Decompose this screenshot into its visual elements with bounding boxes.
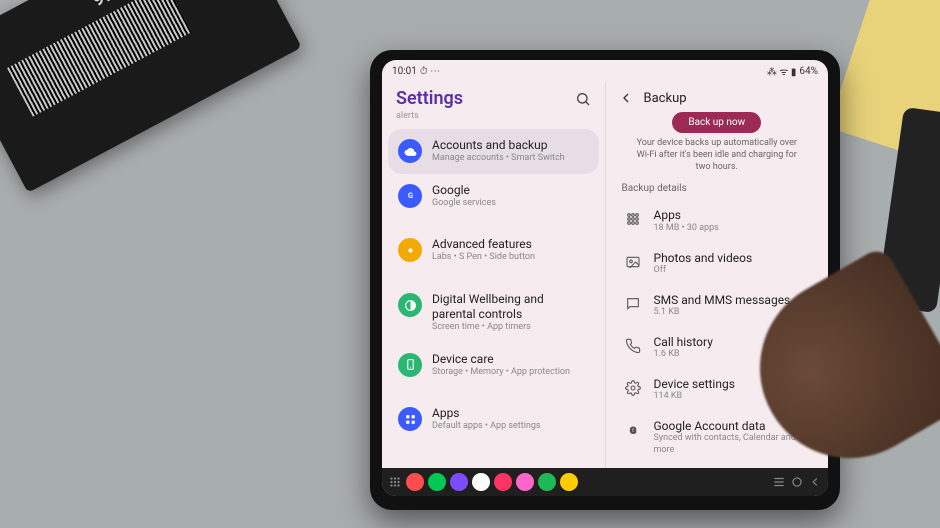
settings-item-title: Google <box>432 183 496 198</box>
backup-section-title: Backup details <box>606 183 829 200</box>
backup-detail-title: Device settings <box>654 377 735 391</box>
device-icon <box>398 353 422 377</box>
sms-icon <box>624 295 642 313</box>
settings-item-wellbeing[interactable]: Digital Wellbeing and parental controlsS… <box>388 283 599 343</box>
dock-app-5[interactable] <box>516 473 534 491</box>
backup-detail-sub: 114 KB <box>654 391 735 403</box>
google-icon: G <box>398 184 422 208</box>
status-battery: 64% <box>799 66 818 77</box>
status-icons-left: ⏱ ⋯ <box>420 66 440 77</box>
settings-item-sub: Labs • S Pen • Side button <box>432 252 535 264</box>
gear-icon <box>624 379 642 397</box>
status-time: 10:01 <box>392 66 417 77</box>
search-icon[interactable] <box>575 91 591 107</box>
product-box: Galaxy Z Fold6 <box>0 0 302 193</box>
backup-detail-sub: 18 MB • 30 apps <box>654 223 719 235</box>
backup-now-button[interactable]: Back up now <box>672 112 761 133</box>
dock <box>406 473 578 491</box>
apps-icon <box>398 407 422 431</box>
backup-detail-title: Photos and videos <box>654 251 753 265</box>
recent-apps-button[interactable] <box>772 475 786 489</box>
settings-item-google[interactable]: G GoogleGoogle services <box>388 174 599 219</box>
settings-item-star[interactable]: Advanced featuresLabs • S Pen • Side but… <box>388 228 599 273</box>
barcode <box>7 0 192 117</box>
settings-item-sub: Manage accounts • Smart Switch <box>432 153 565 165</box>
settings-item-sub: Default apps • App settings <box>432 421 541 433</box>
settings-list: Accounts and backupManage accounts • Sma… <box>382 129 605 468</box>
settings-title: Settings <box>396 88 463 109</box>
settings-item-title: Device care <box>432 352 570 367</box>
backup-detail-title: Apps <box>654 208 719 222</box>
svg-text:G: G <box>407 191 412 200</box>
backup-detail-sub: 5.1 KB <box>654 307 791 319</box>
backup-detail-apps[interactable]: Apps18 MB • 30 apps <box>614 200 821 242</box>
settings-item-cloud[interactable]: Accounts and backupManage accounts • Sma… <box>388 129 599 174</box>
dock-app-2[interactable] <box>450 473 468 491</box>
settings-item-sub: Screen time • App timers <box>432 322 589 334</box>
back-button[interactable] <box>808 475 822 489</box>
phone-frame: 10:01 ⏱ ⋯ ⁂ ᯤ ▮ 64% Settings alerts Acco… <box>370 50 840 510</box>
settings-item-title: Digital Wellbeing and parental controls <box>432 292 589 322</box>
backup-detail-sub: 1.6 KB <box>654 349 713 361</box>
svg-text:G: G <box>629 425 635 436</box>
navigation-bar <box>382 468 828 496</box>
backup-detail-sub: Synced with contacts, Calendar and more <box>654 433 811 456</box>
backup-detail-sub: Off <box>654 265 753 277</box>
backup-detail-title: SMS and MMS messages <box>654 293 791 307</box>
settings-item-title: Accounts and backup <box>432 138 565 153</box>
dock-app-1[interactable] <box>428 473 446 491</box>
settings-item-sub: Google services <box>432 198 496 210</box>
settings-item-sub: Storage • Memory • App protection <box>432 367 570 379</box>
settings-item-title: Advanced features <box>432 237 535 252</box>
dock-app-6[interactable] <box>538 473 556 491</box>
apps-icon <box>624 210 642 228</box>
call-icon <box>624 337 642 355</box>
apps-grid-icon[interactable] <box>388 475 402 489</box>
settings-subtitle: alerts <box>382 111 605 129</box>
settings-pane: Settings alerts Accounts and backupManag… <box>382 82 606 468</box>
backup-detail-title: Call history <box>654 335 713 349</box>
backup-detail-photo[interactable]: Photos and videosOff <box>614 243 821 285</box>
star-icon <box>398 238 422 262</box>
dock-app-7[interactable] <box>560 473 578 491</box>
wellbeing-icon <box>398 293 422 317</box>
settings-item-apps[interactable]: AppsDefault apps • App settings <box>388 397 599 442</box>
status-bar: 10:01 ⏱ ⋯ ⁂ ᯤ ▮ 64% <box>382 60 828 82</box>
settings-item-device[interactable]: Device careStorage • Memory • App protec… <box>388 343 599 388</box>
dock-app-0[interactable] <box>406 473 424 491</box>
dock-app-4[interactable] <box>494 473 512 491</box>
backup-note: Your device backs up automatically over … <box>606 133 829 183</box>
backup-title: Backup <box>644 91 687 106</box>
home-button[interactable] <box>790 475 804 489</box>
google-icon: G <box>624 421 642 439</box>
photo-icon <box>624 253 642 271</box>
dock-app-3[interactable] <box>472 473 490 491</box>
back-icon[interactable] <box>618 90 634 106</box>
status-icons-right: ⁂ ᯤ ▮ <box>767 64 797 78</box>
screen: 10:01 ⏱ ⋯ ⁂ ᯤ ▮ 64% Settings alerts Acco… <box>382 60 828 496</box>
settings-item-title: Apps <box>432 406 541 421</box>
cloud-icon <box>398 139 422 163</box>
